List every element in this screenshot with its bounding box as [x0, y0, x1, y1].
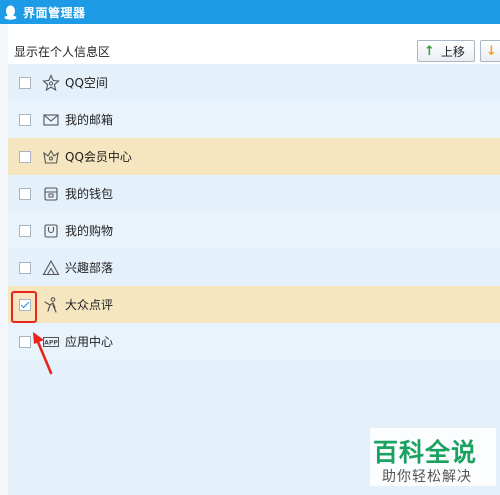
dianping-icon [44, 296, 57, 313]
item-checkbox[interactable] [19, 224, 31, 237]
list-item[interactable]: 兴趣部落 [8, 249, 500, 286]
item-label: 我的购物 [65, 224, 114, 238]
item-label: 我的邮箱 [65, 113, 114, 127]
item-label: 大众点评 [65, 298, 114, 312]
section-label: 显示在个人信息区 [14, 45, 111, 59]
item-checkbox[interactable] [19, 150, 31, 163]
item-checkbox[interactable] [19, 113, 31, 126]
list-item[interactable]: QQ会员中心 [8, 138, 500, 175]
item-checkbox[interactable] [19, 187, 31, 200]
list-item[interactable]: QQ空间 [8, 64, 500, 101]
title-bar: 界面管理器 [0, 0, 500, 24]
item-label: QQ会员中心 [65, 150, 132, 164]
watermark-subtitle: 助你轻松解决 [382, 469, 472, 485]
arrow-down-icon: ↓ [486, 43, 497, 59]
move-down-button[interactable]: ↓ [480, 40, 500, 62]
item-label: QQ空间 [65, 76, 108, 90]
list-item[interactable]: APP 应用中心 [8, 323, 500, 360]
annotation-highlight-box [11, 291, 37, 323]
shopping-bag-icon [44, 223, 58, 238]
window-title: 界面管理器 [23, 5, 86, 20]
star-icon [42, 73, 60, 91]
list-item[interactable]: 我的邮箱 [8, 101, 500, 138]
wallet-icon [44, 186, 58, 201]
vip-crown-icon [43, 149, 59, 164]
item-label: 我的钱包 [65, 187, 114, 201]
item-label: 兴趣部落 [65, 261, 114, 275]
mail-icon [43, 113, 59, 126]
tribe-icon [42, 259, 60, 275]
item-checkbox[interactable] [19, 261, 31, 274]
watermark-title: 百科全说 [373, 438, 478, 467]
list-item[interactable]: 我的购物 [8, 212, 500, 249]
watermark-logo: 百科全说 助你轻松解决 [370, 428, 496, 486]
move-up-button[interactable]: ↑ 上移 [417, 40, 475, 62]
annotation-arrow-icon [33, 332, 53, 375]
arrow-up-icon: ↑ [424, 43, 435, 59]
item-checkbox[interactable] [19, 76, 31, 89]
list-item[interactable]: 我的钱包 [8, 175, 500, 212]
item-label: 应用中心 [65, 335, 114, 349]
qq-penguin-icon [4, 5, 17, 20]
list-item-selected[interactable]: 大众点评 [8, 286, 500, 323]
move-up-label: 上移 [440, 44, 465, 59]
